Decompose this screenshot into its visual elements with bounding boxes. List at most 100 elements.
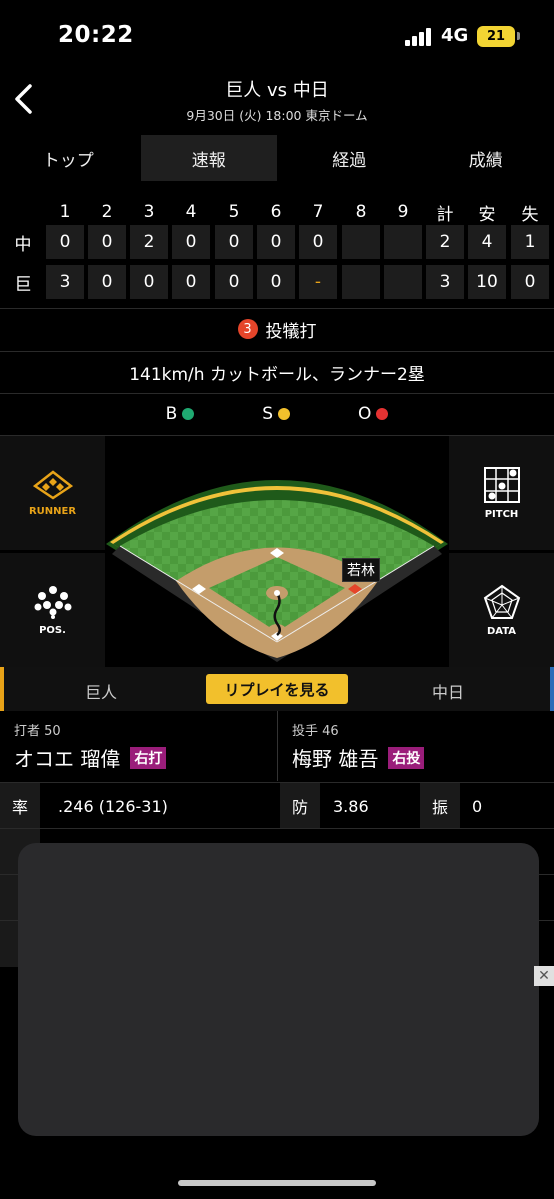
count-row: B S O [0,393,554,435]
score-cell [342,225,380,259]
battery-icon: 21 [477,26,515,47]
hits-cell: 4 [468,225,506,259]
out-label: O [358,404,372,424]
pitcher-panel[interactable]: 投手 46 梅野 雄吾 右投 [277,711,554,781]
positions-button-label: POS. [39,624,66,636]
tab-bar: トップ 速報 経過 成績 [0,135,554,181]
pitcher-name: 梅野 雄吾 [292,747,379,771]
close-icon[interactable]: ✕ [534,966,554,986]
pitch-button-label: PITCH [484,508,519,520]
batter-avg-value: .246 (126-31) [58,796,168,816]
score-cell: 0 [46,225,84,259]
total-runs-header: 計 [436,204,454,225]
network-label: 4G [441,25,469,46]
errors-header: 失 [521,204,539,225]
pitch-description: 141km/h カットボール、ランナー2塁 [129,364,425,385]
tab-live[interactable]: 速報 [140,135,277,181]
away-team-stripe [550,667,554,711]
score-cell [384,265,422,299]
team-label-home: 巨 [14,274,32,295]
batter-role: 打者 50 [14,724,61,739]
match-title: 巨人 vs 中日 [225,80,329,101]
scoreboard-header: 1 2 3 4 5 6 7 8 9 計 安 失 [0,195,554,225]
signal-icon [405,28,435,46]
pitcher-k-key: 振 [420,783,460,829]
tab-top[interactable]: トップ [0,135,137,181]
batter-name: オコエ 瑠偉 [14,747,121,771]
out-dot [376,408,389,420]
match-subtitle: 9月30日 (火) 18:00 東京ドーム [186,108,368,123]
runner-button[interactable]: RUNNER [0,436,105,550]
home-indicator[interactable] [178,1180,376,1186]
matchup: 打者 50 オコエ 瑠偉 右打 投手 46 梅野 雄吾 右投 [0,711,554,781]
total-runs-cell: 3 [426,265,464,299]
hits-header: 安 [478,204,496,225]
out-count: O [358,404,389,424]
team-label-away: 中 [14,234,32,255]
ball-dot [182,408,195,420]
runner-button-label: RUNNER [28,505,77,517]
batter-panel[interactable]: 打者 50 オコエ 瑠偉 右打 [0,711,277,781]
inning-header: 2 [101,202,113,222]
pitcher-role: 投手 46 [292,724,339,739]
ad-overlay[interactable] [18,843,539,1136]
errors-cell: 0 [511,265,549,299]
inning-header: 5 [228,202,240,222]
radar-icon [483,584,520,619]
strike-dot [278,408,291,420]
home-team-stripe [0,667,4,711]
data-button[interactable]: DATA [449,553,554,667]
play-result: 投犠打 [265,321,317,342]
score-row-away: 中 0 0 2 0 0 0 0 2 4 1 [0,225,554,261]
team-bar: 巨人 リプレイを見る 中日 [0,667,554,711]
pitch-button[interactable]: PITCH [449,436,554,550]
baseball-field [106,480,448,662]
ball-label: B [165,404,178,424]
status-bar: 20:22 4G 21 [0,0,554,70]
score-cell: 0 [130,265,168,299]
pitcher-era-value: 3.86 [333,796,369,816]
stat-row: 率 .246 (126-31) 防 3.86 振 0 [0,782,554,829]
status-time: 20:22 [58,22,134,48]
battery-tip [517,32,520,40]
inning-header: 3 [143,202,155,222]
tab-stats[interactable]: 成績 [418,135,554,181]
runner-name-label: 若林 [342,558,380,582]
inning-header: 1 [59,202,71,222]
ball-count: B [166,404,195,424]
team-tab-away[interactable]: 中日 [432,679,464,703]
positions-button[interactable]: POS. [0,553,105,667]
field-area: RUNNER POS. PITCH DATA 若林 [0,436,554,667]
pitcher-hand-badge: 右投 [388,746,425,769]
score-cell: 0 [257,225,295,259]
score-cell [342,265,380,299]
batter-avg-key: 率 [0,783,40,829]
batter-name-row: オコエ 瑠偉 右打 [14,743,167,772]
score-cell: 2 [130,225,168,259]
score-cell: 0 [88,265,126,299]
replay-button[interactable]: リプレイを見る [206,674,348,704]
hits-cell: 10 [468,265,506,299]
pitch-description-row: 141km/h カットボール、ランナー2塁 [0,351,554,393]
score-cell [384,225,422,259]
runner-diamond-icon [32,469,73,500]
pitch-grid-icon [483,466,520,503]
play-result-row: 3 投犠打 [0,308,554,350]
inning-header: 6 [270,202,282,222]
score-cell: 0 [299,225,337,259]
score-row-home: 巨 3 0 0 0 0 0 - 3 10 0 [0,265,554,301]
data-button-label: DATA [486,625,517,637]
tab-progress[interactable]: 経過 [281,135,418,181]
inning-header: 8 [355,202,367,222]
score-cell: 0 [172,265,210,299]
battery-level: 21 [486,29,506,44]
pitcher-name-row: 梅野 雄吾 右投 [292,743,425,772]
team-tab-home[interactable]: 巨人 [85,679,117,703]
positions-icon [34,585,71,619]
score-cell: 0 [88,225,126,259]
batter-hand-badge: 右打 [130,746,167,769]
pitcher-era-key: 防 [280,783,320,829]
score-cell: 0 [172,225,210,259]
game-header: 巨人 vs 中日 9月30日 (火) 18:00 東京ドーム [0,70,554,132]
score-cell-current: - [299,265,337,299]
